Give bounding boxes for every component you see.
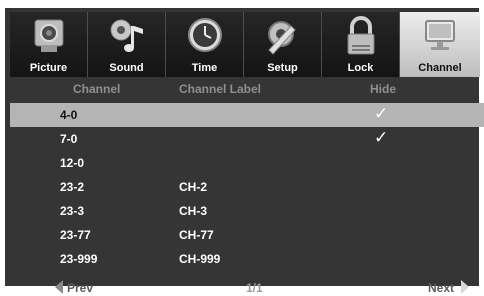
camera-icon bbox=[34, 19, 63, 52]
channel-row[interactable]: 23-999 CH-999 bbox=[10, 247, 484, 271]
column-header-channel: Channel bbox=[73, 82, 121, 96]
channel-row[interactable]: 7-0 ✓ bbox=[10, 127, 484, 151]
channel-number: 23-77 bbox=[60, 228, 91, 242]
column-header-hide: Hide bbox=[370, 82, 397, 96]
tab-label: Lock bbox=[347, 62, 374, 74]
channel-label: CH-3 bbox=[179, 204, 208, 218]
channel-row[interactable]: 23-3 CH-3 bbox=[10, 199, 484, 223]
padlock-icon bbox=[347, 16, 374, 55]
tab-lock[interactable]: Lock bbox=[322, 12, 400, 77]
column-header-channel-label: Channel Label bbox=[179, 82, 262, 96]
page-indicator: 1/1 bbox=[246, 281, 263, 295]
tab-setup[interactable]: Setup bbox=[244, 12, 322, 77]
pagination-footer: Prev 1/1 Next bbox=[10, 280, 484, 296]
table-header: Channel Channel Label Hide bbox=[10, 82, 484, 102]
channel-number: 7-0 bbox=[60, 132, 78, 146]
music-note-icon bbox=[110, 19, 143, 52]
channel-number: 23-999 bbox=[60, 252, 98, 266]
monitor-icon bbox=[425, 20, 455, 50]
hide-check-icon[interactable]: ✓ bbox=[374, 128, 388, 148]
channel-number: 4-0 bbox=[60, 108, 78, 122]
prev-arrow-icon[interactable] bbox=[55, 280, 63, 294]
channel-list: 4-0 ✓ 7-0 ✓ 12-0 23-2 CH-2 23-3 CH-3 23-… bbox=[10, 103, 484, 271]
channel-row[interactable]: 23-77 CH-77 bbox=[10, 223, 484, 247]
channel-label: CH-999 bbox=[179, 252, 221, 266]
tab-channel[interactable]: Channel bbox=[400, 12, 480, 77]
tab-label: Setup bbox=[267, 62, 298, 74]
menu-tab-bar: Picture Sound Time Setup Lock Channel bbox=[10, 12, 480, 77]
hide-check-icon[interactable]: ✓ bbox=[374, 104, 388, 124]
tab-picture[interactable]: Picture bbox=[10, 12, 88, 77]
channel-row[interactable]: 12-0 bbox=[10, 151, 484, 175]
next-page-button[interactable]: Next bbox=[428, 281, 454, 295]
next-arrow-icon[interactable] bbox=[461, 280, 469, 294]
channel-row[interactable]: 23-2 CH-2 bbox=[10, 175, 484, 199]
channel-number: 12-0 bbox=[60, 156, 85, 170]
tab-time[interactable]: Time bbox=[166, 12, 244, 77]
tab-label: Time bbox=[191, 62, 218, 74]
channel-label: CH-2 bbox=[179, 180, 208, 194]
tv-settings-screen: Picture Sound Time Setup Lock Channel Ch… bbox=[0, 0, 484, 295]
tab-label: Picture bbox=[29, 62, 68, 74]
channel-row[interactable]: 4-0 ✓ bbox=[10, 103, 484, 127]
tab-label: Sound bbox=[109, 62, 144, 74]
prev-page-button[interactable]: Prev bbox=[67, 281, 93, 295]
tab-sound[interactable]: Sound bbox=[88, 12, 166, 77]
channel-number: 23-3 bbox=[60, 204, 85, 218]
channel-number: 23-2 bbox=[60, 180, 85, 194]
clock-icon bbox=[187, 18, 222, 52]
channel-label: CH-77 bbox=[179, 228, 214, 242]
channel-menu-panel: Picture Sound Time Setup Lock Channel Ch… bbox=[5, 8, 484, 295]
tab-label: Channel bbox=[418, 62, 462, 74]
wrench-gear-icon bbox=[267, 21, 296, 55]
